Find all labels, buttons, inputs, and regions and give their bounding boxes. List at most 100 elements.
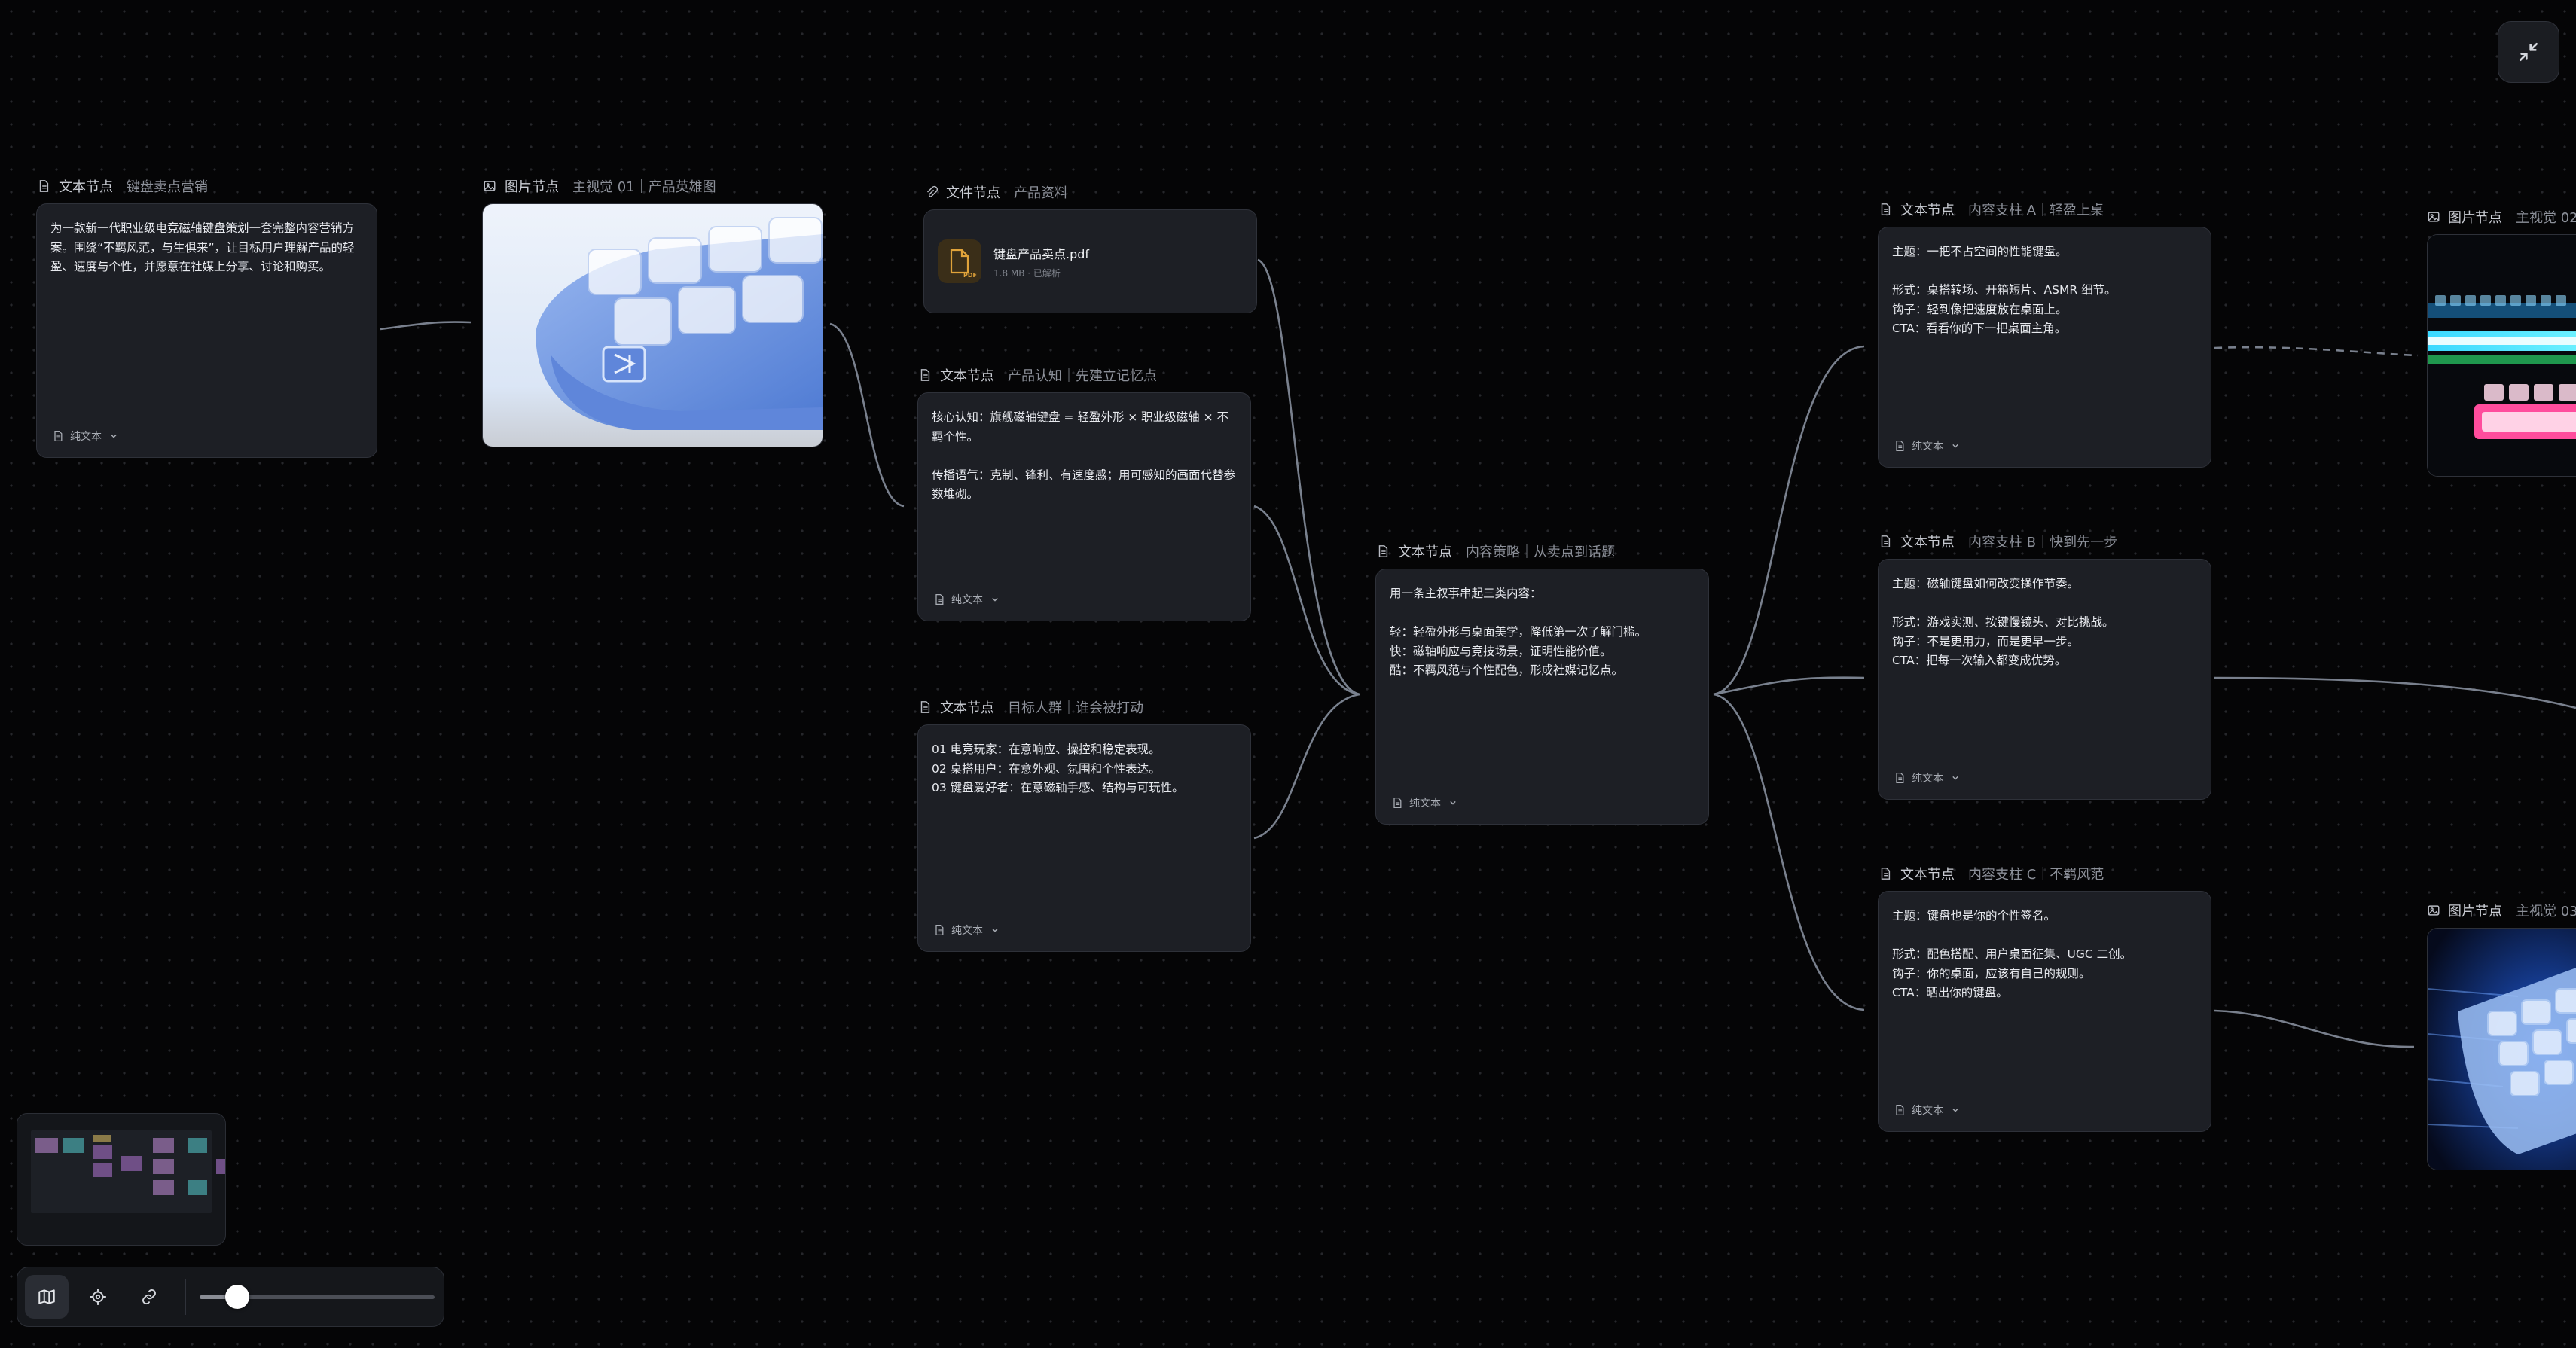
edge-pillar-b-to-right [2214,676,2576,709]
file-card[interactable]: PDF 键盘产品卖点.pdf 1.8 MB · 已解析 [923,209,1257,313]
minimap-node [153,1138,174,1153]
node-header: 文本节点 内容支柱 C｜不羁风范 [1878,862,2213,885]
text-card[interactable]: 主题：磁轴键盘如何改变操作节奏。 形式：游戏实测、按键慢镜头、对比挑战。 钩子：… [1878,559,2211,800]
text-node-icon [1375,544,1390,559]
card-body: 主题：一把不占空间的性能键盘。 形式：桌搭转场、开箱短片、ASMR 细节。 钩子… [1892,245,2117,335]
node-header: 文本节点 产品认知｜先建立记忆点 [917,364,1253,386]
node-title: 内容支柱 A｜轻盈上桌 [1968,203,2104,218]
minimap-node [188,1138,207,1153]
image-node-icon [2427,903,2440,918]
zoom-slider[interactable] [199,1282,435,1312]
map-icon [38,1289,55,1304]
image-03[interactable] [2427,928,2576,1170]
node-pillar-b[interactable]: 文本节点 内容支柱 B｜快到先一步 主题：磁轴键盘如何改变操作节奏。 形式：游戏… [1878,530,2213,800]
text-card[interactable]: 为一款新一代职业级电竞磁轴键盘策划一套完整内容营销方案。围绕“不羁风范，与生俱来… [36,203,377,458]
node-title: 主视觉 02 [2516,210,2576,226]
edge-pillar-c-to-image-03 [2214,1009,2415,1048]
node-image-02[interactable]: 图片节点 主视觉 02 [2427,206,2576,477]
node-hero-image[interactable]: 图片节点 主视觉 01｜产品英雄图 [482,175,825,447]
canvas-toolbar [17,1267,444,1327]
edge-marketing-to-hero [380,321,472,331]
node-header: 图片节点 主视觉 02 [2427,206,2576,228]
format-label: 纯文本 [1912,773,1943,785]
zoom-slider-thumb[interactable] [224,1285,249,1309]
text-card[interactable]: 主题：键盘也是你的个性签名。 形式：配色搭配、用户桌面征集、UGC 二创。 钩子… [1878,891,2211,1132]
node-title: 目标人群｜谁会被打动 [1008,700,1143,716]
minimap-node [153,1180,174,1195]
node-type: 文本节点 [1900,867,1955,883]
file-node-icon [923,185,939,200]
node-title: 内容策略｜从卖点到话题 [1466,544,1615,560]
hero-image[interactable] [482,203,823,447]
chevron-down-icon [1450,801,1456,805]
minimap-viewport[interactable] [31,1130,212,1213]
link-icon [142,1289,156,1305]
image-node-icon [482,178,497,194]
text-node-icon [935,593,944,605]
chevron-down-icon [992,597,998,602]
file-meta: 1.8 MB · 已解析 [993,267,1061,279]
text-node-icon [1896,772,1904,784]
collapse-icon [2520,43,2538,61]
text-card[interactable]: 用一条主叙事串起三类内容： 轻：轻盈外形与桌面美学，降低第一次了解门槛。 快：磁… [1375,569,1709,825]
edge-hero-to-cognition [829,322,905,508]
text-card[interactable]: 核心认知：旗舰磁轴键盘 = 轻盈外形 × 职业级磁轴 × 不羁个性。 传播语气：… [917,392,1251,621]
node-strategy[interactable]: 文本节点 内容策略｜从卖点到话题 用一条主叙事串起三类内容： 轻：轻盈外形与桌面… [1375,540,1711,825]
node-marketing[interactable]: 文本节点 键盘卖点营销 为一款新一代职业级电竞磁轴键盘策划一套完整内容营销方案。… [36,175,379,458]
text-node-icon [1878,202,1893,217]
node-pillar-c[interactable]: 文本节点 内容支柱 C｜不羁风范 主题：键盘也是你的个性签名。 形式：配色搭配、… [1878,862,2213,1132]
node-type: 文件节点 [946,185,1000,201]
link-button[interactable] [127,1275,171,1319]
minimap-node [121,1156,142,1171]
node-title: 产品资料 [1014,185,1068,201]
minimap-node [188,1180,207,1195]
node-image-03[interactable]: 图片节点 主视觉 03 [2427,899,2576,1170]
format-selector[interactable]: 纯文本 [1894,438,1961,453]
minimap-node [93,1135,111,1142]
text-node-icon [1878,866,1893,881]
node-cognition[interactable]: 文本节点 产品认知｜先建立记忆点 核心认知：旗舰磁轴键盘 = 轻盈外形 × 职业… [917,364,1253,621]
format-selector[interactable]: 纯文本 [933,592,1001,607]
card-body: 核心认知：旗舰磁轴键盘 = 轻盈外形 × 职业级磁轴 × 不羁个性。 传播语气：… [932,410,1236,501]
node-audience[interactable]: 文本节点 目标人群｜谁会被打动 01 电竞玩家：在意响应、操控和稳定表现。 02… [917,696,1253,952]
minimap-node [93,1163,112,1177]
node-title: 主视觉 01｜产品英雄图 [572,179,716,195]
format-selector[interactable]: 纯文本 [1894,770,1961,785]
node-type: 文本节点 [940,368,994,384]
image-node-icon [2427,209,2440,224]
pdf-badge: PDF [963,272,977,279]
collapse-button[interactable] [2498,21,2559,83]
minimap[interactable] [17,1113,226,1246]
edge-strategy-to-pillar-c [1713,693,1865,1011]
format-selector[interactable]: 纯文本 [52,428,120,444]
format-selector[interactable]: 纯文本 [933,923,1001,938]
format-selector[interactable]: 纯文本 [1391,795,1459,810]
text-node-icon [917,367,932,383]
format-label: 纯文本 [951,925,983,937]
chevron-down-icon [1952,444,1958,448]
node-title: 内容支柱 B｜快到先一步 [1968,535,2118,550]
node-title: 键盘卖点营销 [127,179,208,195]
image-02[interactable] [2427,234,2576,477]
node-header: 图片节点 主视觉 01｜产品英雄图 [482,175,825,197]
text-node-icon [1896,440,1904,452]
node-header: 文本节点 目标人群｜谁会被打动 [917,696,1253,718]
text-card[interactable]: 主题：一把不占空间的性能键盘。 形式：桌搭转场、开箱短片、ASMR 细节。 钩子… [1878,227,2211,468]
node-type: 文本节点 [1398,544,1452,560]
node-title: 主视觉 03 [2516,904,2576,920]
card-body: 01 电竞玩家：在意响应、操控和稳定表现。 02 桌搭用户：在意外观、氛围和个性… [932,743,1184,794]
file-name: 键盘产品卖点.pdf [993,246,1090,261]
text-card[interactable]: 01 电竞玩家：在意响应、操控和稳定表现。 02 桌搭用户：在意外观、氛围和个性… [917,724,1251,952]
node-pillar-a[interactable]: 文本节点 内容支柱 A｜轻盈上桌 主题：一把不占空间的性能键盘。 形式：桌搭转场… [1878,198,2213,468]
node-header: 文本节点 键盘卖点营销 [36,175,379,197]
locate-button[interactable] [76,1275,120,1319]
edge-file-to-strategy [1257,258,1360,696]
pdf-file-icon: PDF [938,239,981,283]
node-title: 内容支柱 C｜不羁风范 [1968,867,2104,883]
minimap-node [35,1138,58,1153]
format-selector[interactable]: 纯文本 [1894,1102,1961,1118]
locate-icon [90,1289,106,1305]
node-type: 文本节点 [59,179,113,195]
map-toggle-button[interactable] [25,1275,69,1319]
node-file[interactable]: 文件节点 产品资料 PDF 键盘产品卖点.pdf 1.8 MB · 已解析 [923,181,1259,313]
